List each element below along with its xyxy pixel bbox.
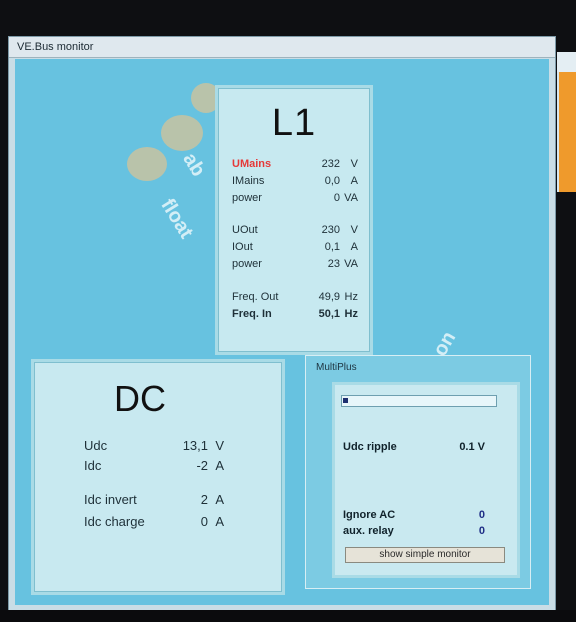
dc-row-idc: Idc -2 A bbox=[84, 458, 224, 476]
multiplus-progress-bar bbox=[341, 395, 497, 407]
row-value: -2 bbox=[196, 458, 208, 473]
window-title: VE.Bus monitor bbox=[9, 37, 555, 58]
aux-relay-value: 0 bbox=[478, 525, 485, 537]
row-unit: A bbox=[350, 175, 358, 187]
ignore-ac-label: Ignore AC bbox=[343, 509, 396, 521]
row-label: IMains bbox=[232, 175, 265, 187]
monitor-client-area: ab float on L1 UMains 232 V IMains 0,0 A… bbox=[15, 59, 549, 605]
row-unit: VA bbox=[344, 192, 358, 204]
l1-panel: L1 UMains 232 V IMains 0,0 A power 0 VA … bbox=[215, 85, 373, 355]
row-label: Idc invert bbox=[84, 492, 137, 507]
row-unit: VA bbox=[344, 258, 358, 270]
multiplus-inner-panel: Udc ripple 0.1 V Ignore AC 0 aux. relay … bbox=[332, 382, 520, 578]
l1-row-imains: IMains 0,0 A bbox=[232, 175, 358, 191]
row-label: Udc bbox=[84, 438, 108, 453]
aux-relay-label: aux. relay bbox=[343, 525, 394, 537]
vebus-monitor-window: VE.Bus monitor ab float on L1 UMains 232… bbox=[8, 36, 556, 614]
row-label: Idc charge bbox=[84, 514, 145, 529]
row-label: power bbox=[232, 192, 262, 204]
row-value: 230 bbox=[321, 224, 340, 236]
multiplus-progress-fill bbox=[343, 398, 348, 403]
row-value: 49,9 bbox=[318, 291, 340, 303]
dc-title: DC bbox=[114, 378, 166, 419]
l1-row-power-out: power 23 VA bbox=[232, 258, 358, 274]
l1-row-freq-in: Freq. In 50,1 Hz bbox=[232, 308, 358, 324]
show-simple-monitor-button[interactable]: show simple monitor bbox=[345, 547, 505, 563]
row-value: 0 bbox=[200, 514, 208, 529]
decorative-blob bbox=[127, 147, 167, 181]
dc-row-idc-charge: Idc charge 0 A bbox=[84, 514, 224, 532]
deco-float-text: float bbox=[156, 195, 198, 243]
decorative-blob bbox=[161, 115, 203, 151]
row-value: 0,0 bbox=[324, 175, 340, 187]
ignore-ac-value: 0 bbox=[478, 509, 485, 521]
row-label: Idc bbox=[84, 458, 102, 473]
row-label: IOut bbox=[232, 241, 253, 253]
row-unit: A bbox=[215, 514, 224, 529]
row-unit: V bbox=[350, 158, 358, 170]
l1-row-iout: IOut 0,1 A bbox=[232, 241, 358, 257]
row-label: Freq. In bbox=[232, 308, 272, 320]
l1-row-freq-out: Freq. Out 49,9 Hz bbox=[232, 291, 358, 307]
row-unit: A bbox=[350, 241, 358, 253]
row-value: 0 bbox=[333, 192, 340, 204]
row-unit: V bbox=[350, 224, 358, 236]
row-label: UMains bbox=[232, 158, 272, 170]
row-label: power bbox=[232, 258, 262, 270]
row-label: Freq. Out bbox=[232, 291, 279, 303]
l1-row-umains: UMains 232 V bbox=[232, 158, 358, 174]
multiplus-panel: MultiPlus Udc ripple 0.1 V Ignore AC 0 a… bbox=[305, 355, 531, 589]
l1-title: L1 bbox=[271, 102, 317, 144]
l1-row-power-in: power 0 VA bbox=[232, 192, 358, 208]
deco-ab-text: ab bbox=[178, 149, 210, 181]
row-value: 232 bbox=[321, 158, 340, 170]
row-unit: V bbox=[215, 438, 224, 453]
row-unit: Hz bbox=[344, 308, 358, 320]
udc-ripple-value: 0.1 V bbox=[459, 441, 485, 453]
row-value: 23 bbox=[327, 258, 340, 270]
row-label: UOut bbox=[232, 224, 258, 236]
row-unit: Hz bbox=[344, 291, 358, 303]
dc-row-idc-invert: Idc invert 2 A bbox=[84, 492, 224, 510]
udc-ripple-label: Udc ripple bbox=[343, 441, 397, 453]
dc-panel: DC Udc 13,1 V Idc -2 A Idc invert 2 A Id… bbox=[31, 359, 285, 595]
row-value: 0,1 bbox=[324, 241, 340, 253]
row-unit: A bbox=[215, 492, 224, 507]
adjacent-window bbox=[557, 52, 576, 192]
row-value: 13,1 bbox=[182, 438, 208, 453]
row-value: 2 bbox=[200, 492, 208, 507]
screen-bezel bbox=[0, 610, 576, 622]
l1-row-uout: UOut 230 V bbox=[232, 224, 358, 240]
row-unit: A bbox=[215, 458, 224, 473]
dc-row-udc: Udc 13,1 V bbox=[84, 438, 224, 456]
row-value: 50,1 bbox=[318, 308, 340, 320]
multiplus-title: MultiPlus bbox=[316, 362, 357, 373]
adjacent-window-titlebar bbox=[557, 52, 576, 72]
